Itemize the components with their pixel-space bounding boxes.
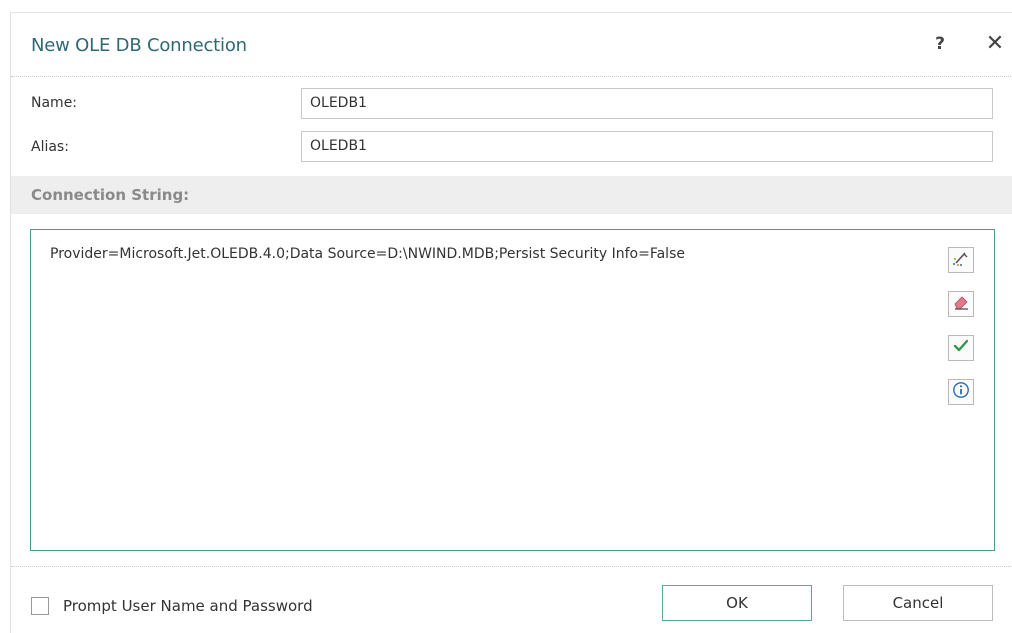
- prompt-credentials-checkbox[interactable]: [31, 597, 49, 615]
- help-button[interactable]: ?: [929, 31, 951, 57]
- title-divider: [11, 76, 1012, 77]
- test-connection-button[interactable]: [948, 335, 974, 361]
- dialog-titlebar: New OLE DB Connection ? ✕: [11, 13, 1012, 76]
- info-icon: [952, 381, 970, 403]
- check-icon: [952, 337, 970, 359]
- footer-divider: [11, 566, 1012, 567]
- build-connection-button[interactable]: [948, 247, 974, 273]
- connection-string-editor[interactable]: Provider=Microsoft.Jet.OLEDB.4.0;Data So…: [30, 229, 995, 551]
- connection-info-button[interactable]: [948, 379, 974, 405]
- eraser-icon: [952, 293, 970, 315]
- name-label: Name:: [31, 95, 78, 111]
- alias-field[interactable]: OLEDB1: [301, 131, 993, 162]
- connection-string-header: Connection String:: [11, 176, 1012, 214]
- close-button[interactable]: ✕: [983, 30, 1007, 58]
- alias-label: Alias:: [31, 139, 69, 155]
- connection-string-title: Connection String:: [31, 186, 190, 204]
- ole-db-connection-dialog: New OLE DB Connection ? ✕ Name: OLEDB1 A…: [10, 12, 1012, 633]
- build-wizard-icon: [952, 249, 970, 271]
- name-field[interactable]: OLEDB1: [301, 88, 993, 119]
- connection-string-text[interactable]: Provider=Microsoft.Jet.OLEDB.4.0;Data So…: [50, 246, 930, 262]
- clear-connection-button[interactable]: [948, 291, 974, 317]
- dialog-title: New OLE DB Connection: [31, 35, 247, 56]
- cancel-button[interactable]: Cancel: [843, 585, 993, 621]
- prompt-credentials-label[interactable]: Prompt User Name and Password: [63, 597, 313, 615]
- ok-button[interactable]: OK: [662, 585, 812, 621]
